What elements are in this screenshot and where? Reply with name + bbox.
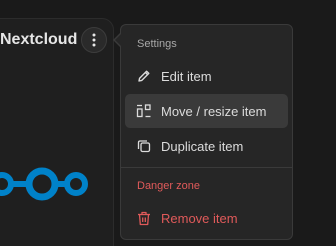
remove-item-menu-item[interactable]: Remove item [125, 201, 288, 235]
duplicate-item-menu-item[interactable]: Duplicate item [125, 129, 288, 163]
dashboard-stage: Nextcloud Settings Edit item Move / resi… [0, 0, 336, 246]
menu-divider [121, 167, 292, 168]
danger-zone-label: Danger zone [137, 180, 200, 192]
nextcloud-logo [0, 167, 88, 201]
pencil-icon [125, 69, 161, 83]
widget-menu-button[interactable] [81, 27, 107, 53]
menu-item-label: Remove item [161, 210, 238, 226]
move-resize-icon [125, 104, 161, 118]
menu-item-label: Move / resize item [161, 103, 267, 119]
kebab-icon [92, 33, 96, 47]
settings-section-label: Settings [137, 38, 177, 50]
duplicate-icon [125, 139, 161, 153]
trash-icon [125, 211, 161, 226]
move-resize-item-menu-item[interactable]: Move / resize item [125, 94, 288, 128]
menu-item-label: Edit item [161, 68, 212, 84]
edit-item-menu-item[interactable]: Edit item [125, 59, 288, 93]
widget-title: Nextcloud [0, 31, 78, 48]
menu-item-label: Duplicate item [161, 138, 244, 154]
